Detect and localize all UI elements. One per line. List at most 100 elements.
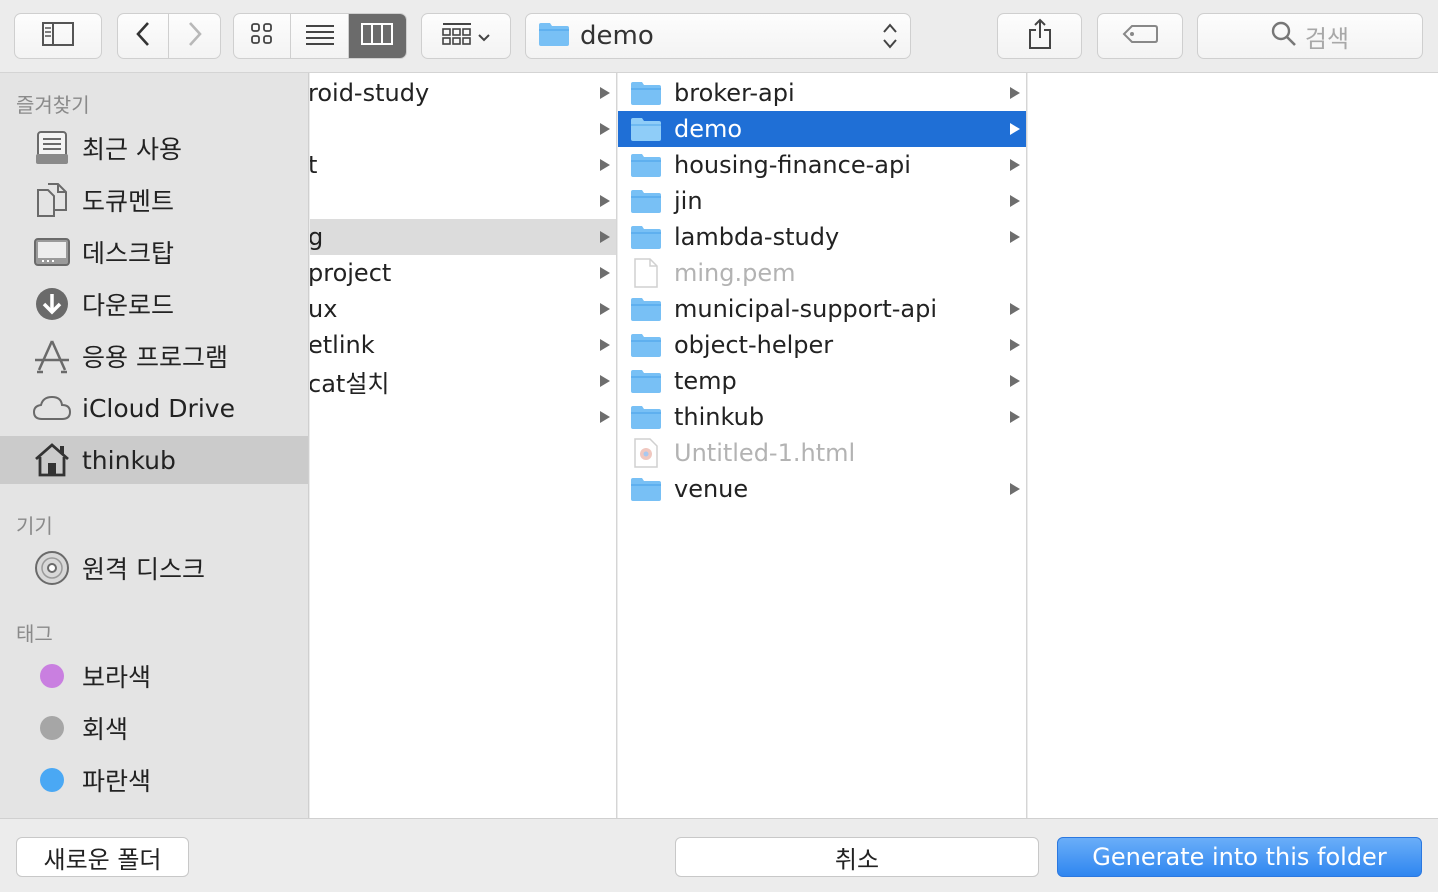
disclosure-arrow-icon: [1010, 303, 1020, 315]
folder-icon: [630, 152, 662, 182]
disclosure-arrow-icon: [1010, 375, 1020, 387]
item-name: municipal-support-api: [674, 295, 938, 323]
chevron-down-icon: [478, 27, 490, 46]
list-item[interactable]: venue: [618, 471, 1026, 507]
tag-button[interactable]: [1097, 13, 1183, 59]
disclosure-arrow-icon: [600, 123, 610, 135]
share-button[interactable]: [997, 13, 1082, 59]
search-field[interactable]: 검색: [1197, 13, 1423, 59]
disclosure-arrow-icon: [1010, 159, 1020, 171]
sidebar-item-label: 도큐멘트: [82, 187, 175, 216]
column-view-button[interactable]: [348, 14, 406, 58]
list-item-selected-parent[interactable]: g: [310, 219, 616, 255]
toolbar: demo 검색: [0, 0, 1438, 73]
sidebar-item-thinkub[interactable]: thinkub: [0, 436, 308, 484]
sidebar-item-documents[interactable]: 도큐멘트: [0, 176, 308, 224]
icon-view-button[interactable]: [234, 14, 292, 58]
list-item[interactable]: t: [310, 147, 616, 183]
list-item[interactable]: project: [310, 255, 616, 291]
sidebar-item-tag-blue[interactable]: 파란색: [0, 756, 308, 804]
folder-icon: [630, 116, 662, 146]
item-name: etlink: [310, 331, 375, 359]
item-name: project: [310, 259, 392, 287]
sidebar-item-tag-purple[interactable]: 보라색: [0, 652, 308, 700]
desktop-icon: [32, 232, 72, 272]
list-item[interactable]: thinkub: [618, 399, 1026, 435]
sidebar-item-tag-gray[interactable]: 회색: [0, 704, 308, 752]
column-view-icon: [361, 23, 394, 49]
browser-column-2: broker-api demo housing-finance-api jin …: [618, 73, 1027, 818]
folder-icon: [630, 368, 662, 398]
folder-icon: [630, 80, 662, 110]
sidebar-item-icloud-drive[interactable]: iCloud Drive: [0, 384, 308, 432]
item-name: temp: [674, 367, 737, 395]
folder-icon: [630, 404, 662, 434]
disclosure-arrow-icon: [1010, 195, 1020, 207]
forward-button[interactable]: [169, 14, 220, 58]
item-name: thinkub: [674, 403, 765, 431]
updown-icon: [882, 22, 898, 54]
list-item[interactable]: lambda-study: [618, 219, 1026, 255]
folder-icon: [630, 188, 662, 218]
disclosure-arrow-icon: [600, 87, 610, 99]
html-file-icon: [634, 438, 658, 472]
item-name: housing-finance-api: [674, 151, 911, 179]
sidebar-toggle-icon: [42, 22, 74, 50]
folder-icon: [630, 332, 662, 362]
list-item-selected[interactable]: demo: [618, 111, 1026, 147]
sidebar-item-downloads[interactable]: 다운로드: [0, 280, 308, 328]
sidebar-item-desktop[interactable]: 데스크탑: [0, 228, 308, 276]
disclosure-arrow-icon: [600, 303, 610, 315]
path-popup[interactable]: demo: [525, 13, 911, 59]
list-item[interactable]: object-helper: [618, 327, 1026, 363]
tag-dot-icon: [32, 656, 72, 696]
sidebar-item-label: 원격 디스크: [82, 555, 205, 584]
list-item[interactable]: etlink: [310, 327, 616, 363]
sidebar-toggle-button[interactable]: [14, 13, 102, 59]
new-folder-button[interactable]: 새로운 폴더: [16, 837, 189, 877]
list-item-disabled: Untitled-1.html: [618, 435, 1026, 471]
disclosure-arrow-icon: [1010, 411, 1020, 423]
cancel-button[interactable]: 취소: [675, 837, 1039, 877]
back-button[interactable]: [118, 14, 170, 58]
list-item[interactable]: [310, 399, 616, 435]
dialog-footer: 새로운 폴더 취소 Generate into this folder: [0, 818, 1438, 892]
list-item[interactable]: housing-finance-api: [618, 147, 1026, 183]
list-item[interactable]: [310, 183, 616, 219]
disclosure-arrow-icon: [600, 159, 610, 171]
sidebar-item-label: 데스크탑: [82, 239, 175, 268]
list-item[interactable]: jin: [618, 183, 1026, 219]
list-view-button[interactable]: [291, 14, 349, 58]
list-item[interactable]: [310, 111, 616, 147]
disc-icon: [32, 548, 72, 588]
favorites-header: 즐겨찾기: [16, 93, 90, 117]
item-name: roid-study: [310, 79, 430, 107]
sidebar-item-label: iCloud Drive: [82, 393, 235, 423]
cloud-icon: [32, 388, 72, 428]
item-name: venue: [674, 475, 749, 503]
item-name: ming.pem: [674, 259, 796, 287]
item-name: Untitled-1.html: [674, 439, 856, 467]
list-item[interactable]: municipal-support-api: [618, 291, 1026, 327]
sidebar-item-applications[interactable]: 응용 프로그램: [0, 332, 308, 380]
list-item[interactable]: temp: [618, 363, 1026, 399]
sidebar-item-remote-disc[interactable]: 원격 디스크: [0, 544, 308, 592]
item-name: t: [310, 151, 317, 179]
applications-icon: [32, 336, 72, 376]
item-name: jin: [674, 187, 703, 215]
devices-header: 기기: [16, 514, 53, 538]
disclosure-arrow-icon: [1010, 483, 1020, 495]
disclosure-arrow-icon: [600, 195, 610, 207]
list-item[interactable]: roid-study: [310, 75, 616, 111]
generate-into-folder-button[interactable]: Generate into this folder: [1057, 837, 1422, 877]
group-by-button[interactable]: [421, 13, 511, 59]
sidebar-item-label: 파란색: [82, 767, 152, 796]
item-name: object-helper: [674, 331, 834, 359]
disclosure-arrow-icon: [1010, 339, 1020, 351]
list-item[interactable]: cat설치: [310, 363, 616, 399]
disclosure-arrow-icon: [1010, 123, 1020, 135]
list-item[interactable]: ux: [310, 291, 616, 327]
folder-icon: [630, 476, 662, 506]
list-item[interactable]: broker-api: [618, 75, 1026, 111]
sidebar-item-recents[interactable]: 최근 사용: [0, 124, 308, 172]
